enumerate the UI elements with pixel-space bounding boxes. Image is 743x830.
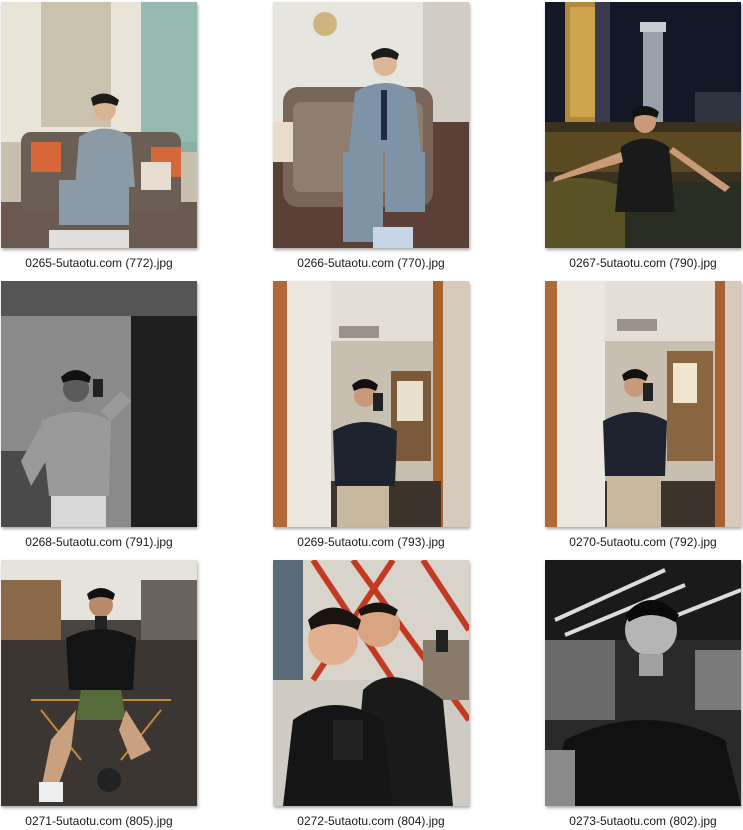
image-thumbnail[interactable] <box>545 560 741 806</box>
photo-thumbnail-svg <box>273 2 469 248</box>
file-item[interactable]: 0270-5utaotu.com (792).jpg <box>545 281 741 551</box>
file-item[interactable]: 0269-5utaotu.com (793).jpg <box>273 281 469 551</box>
image-thumbnail[interactable] <box>545 2 741 248</box>
photo-thumbnail-svg <box>545 281 741 527</box>
file-item[interactable]: 0266-5utaotu.com (770).jpg <box>273 2 469 272</box>
image-thumbnail[interactable] <box>545 281 741 527</box>
image-thumbnail[interactable] <box>1 560 197 806</box>
photo-thumbnail-svg <box>273 560 469 806</box>
photo-thumbnail-svg <box>1 560 197 806</box>
image-thumbnail[interactable] <box>1 2 197 248</box>
photo-thumbnail-svg <box>545 560 741 806</box>
file-item[interactable]: 0265-5utaotu.com (772).jpg <box>1 2 197 272</box>
photo-thumbnail-svg <box>1 2 197 248</box>
file-name-label[interactable]: 0265-5utaotu.com (772).jpg <box>0 256 217 270</box>
image-thumbnail[interactable] <box>1 281 197 527</box>
photo-thumbnail-svg <box>1 281 197 527</box>
photo-thumbnail-svg <box>545 2 741 248</box>
file-thumbnail-grid: 0265-5utaotu.com (772).jpg 0266-5utaotu.… <box>0 0 743 828</box>
image-thumbnail[interactable] <box>273 560 469 806</box>
file-name-label[interactable]: 0267-5utaotu.com (790).jpg <box>525 256 743 270</box>
file-name-label[interactable]: 0268-5utaotu.com (791).jpg <box>0 535 217 549</box>
image-thumbnail[interactable] <box>273 281 469 527</box>
photo-thumbnail-svg <box>273 281 469 527</box>
file-item[interactable]: 0268-5utaotu.com (791).jpg <box>1 281 197 551</box>
file-name-label[interactable]: 0269-5utaotu.com (793).jpg <box>253 535 489 549</box>
file-item[interactable]: 0271-5utaotu.com (805).jpg <box>1 560 197 830</box>
file-name-label[interactable]: 0266-5utaotu.com (770).jpg <box>253 256 489 270</box>
file-name-label[interactable]: 0270-5utaotu.com (792).jpg <box>525 535 743 549</box>
file-item[interactable]: 0273-5utaotu.com (802).jpg <box>545 560 741 830</box>
image-thumbnail[interactable] <box>273 2 469 248</box>
file-item[interactable]: 0267-5utaotu.com (790).jpg <box>545 2 741 272</box>
file-item[interactable]: 0272-5utaotu.com (804).jpg <box>273 560 469 830</box>
